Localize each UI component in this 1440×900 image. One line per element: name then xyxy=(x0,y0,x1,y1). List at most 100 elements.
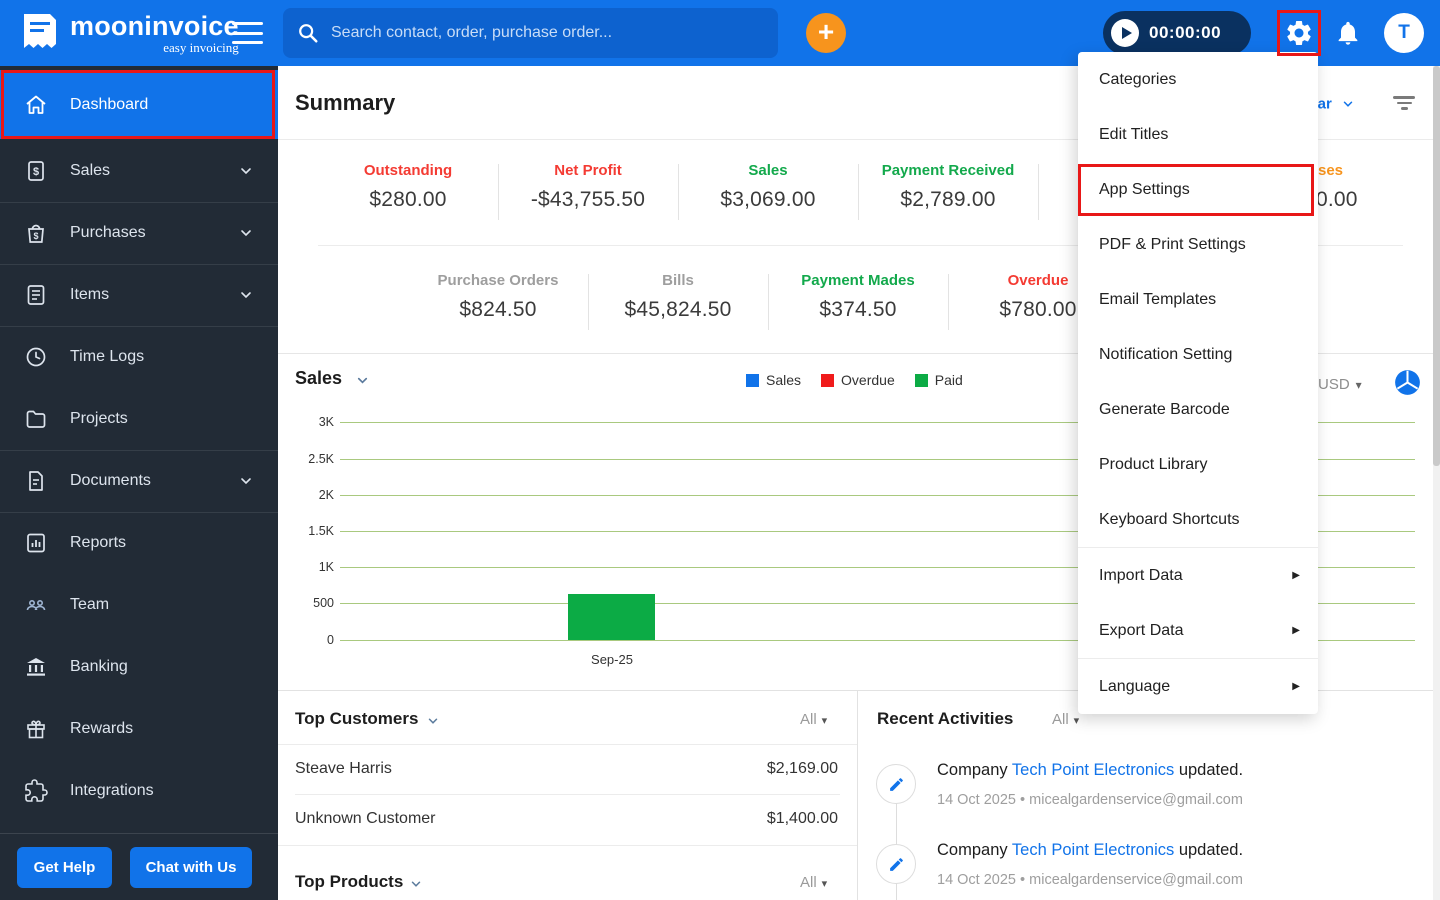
get-help-button[interactable]: Get Help xyxy=(17,847,112,888)
submenu-arrow-icon: ▶ xyxy=(1292,570,1300,581)
activity-date: 14 Oct 2025 xyxy=(937,872,1016,888)
settings-gear-icon[interactable] xyxy=(1284,18,1314,48)
gift-icon xyxy=(27,720,45,739)
customer-name[interactable]: Unknown Customer xyxy=(295,810,436,828)
sidebar-item-label: Time Logs xyxy=(70,348,145,365)
bullet: • xyxy=(1020,872,1026,888)
sidebar-item-projects[interactable]: Projects xyxy=(0,388,278,450)
menu-item-pdf-print-settings[interactable]: PDF & Print Settings xyxy=(1078,217,1318,272)
bell-icon[interactable] xyxy=(1334,19,1362,47)
recent-activities-filter[interactable]: All ▾ xyxy=(1052,711,1079,728)
activity-edit-button[interactable] xyxy=(876,764,916,804)
activity-meta: 14 Oct 2025 • micealgardenservice@gmail.… xyxy=(937,872,1243,888)
hamburger-icon[interactable] xyxy=(232,22,263,44)
chart-bar-paid-sep25[interactable] xyxy=(568,594,655,640)
menu-item-notification-setting[interactable]: Notification Setting xyxy=(1078,327,1318,382)
currency-selector[interactable]: USD ▾ xyxy=(1318,376,1362,393)
sidebar-item-time-logs[interactable]: Time Logs xyxy=(0,326,278,388)
brand-logo[interactable]: mooninvoice easy invoicing xyxy=(20,12,239,56)
list-document-icon xyxy=(27,285,45,305)
sidebar-item-dashboard[interactable]: Dashboard xyxy=(0,70,278,139)
svg-text:$: $ xyxy=(33,231,38,241)
currency-label: USD xyxy=(1318,376,1350,393)
menu-item-app-settings[interactable]: App Settings xyxy=(1078,162,1318,217)
sidebar-item-rewards[interactable]: Rewards xyxy=(0,698,278,760)
sidebar-item-label: Sales xyxy=(70,162,111,179)
bank-icon xyxy=(27,658,45,676)
card-label: Sales xyxy=(748,162,788,179)
y-tick: 500 xyxy=(313,596,334,610)
submenu-arrow-icon: ▶ xyxy=(1292,625,1300,636)
summary-card-payment-mades: Payment Mades $374.50 xyxy=(768,272,948,322)
funnel-icon[interactable] xyxy=(1393,96,1415,112)
sidebar-item-purchases[interactable]: $ Purchases xyxy=(0,202,278,264)
sidebar-item-team[interactable]: Team xyxy=(0,574,278,636)
y-tick: 1.5K xyxy=(308,524,334,538)
card-label: Purchase Orders xyxy=(437,272,559,289)
card-value: $280.00 xyxy=(369,188,447,211)
activity-company-link[interactable]: Tech Point Electronics xyxy=(1012,761,1174,779)
sidebar-item-sales[interactable]: $ Sales xyxy=(0,140,278,202)
card-value: $824.50 xyxy=(459,298,537,321)
sidebar-item-label: Team xyxy=(70,596,110,613)
sidebar-item-documents[interactable]: Documents xyxy=(0,450,278,512)
sidebar-item-banking[interactable]: Banking xyxy=(0,636,278,698)
pie-chart-icon[interactable] xyxy=(1394,369,1421,396)
activity-company-link[interactable]: Tech Point Electronics xyxy=(1012,841,1174,859)
timer-value: 00:00:00 xyxy=(1149,23,1222,42)
chevron-down-icon[interactable] xyxy=(426,714,440,728)
chevron-down-icon xyxy=(1343,101,1353,107)
legend-label: Paid xyxy=(934,372,963,388)
legend-swatch-green xyxy=(914,373,928,387)
activity-email: micealgardenservice@gmail.com xyxy=(1029,872,1243,888)
card-label: Payment Mades xyxy=(801,272,915,289)
activity-suffix: updated. xyxy=(1174,841,1244,859)
user-avatar[interactable]: T xyxy=(1384,13,1424,53)
top-products-title: Top Products xyxy=(295,872,404,891)
sidebar-item-integrations[interactable]: Integrations xyxy=(0,760,278,822)
dropdown-triangle-icon: ▾ xyxy=(1355,378,1362,392)
search-input[interactable] xyxy=(331,24,764,42)
menu-item-generate-barcode[interactable]: Generate Barcode xyxy=(1078,382,1318,437)
activity-text: Company Tech Point Electronics updated. xyxy=(937,761,1243,780)
customer-name[interactable]: Steave Harris xyxy=(295,760,392,778)
sidebar-nav: Dashboard $ Sales $ Purchases Items Time… xyxy=(0,66,278,900)
legend-label: Sales xyxy=(766,372,802,388)
menu-item-label: Export Data xyxy=(1099,621,1184,639)
add-button[interactable]: + xyxy=(806,13,846,53)
top-products-filter[interactable]: All ▾ xyxy=(800,874,827,891)
menu-item-edit-titles[interactable]: Edit Titles xyxy=(1078,107,1318,162)
sidebar-item-reports[interactable]: Reports xyxy=(0,512,278,574)
sidebar-footer-divider xyxy=(0,833,278,834)
menu-item-keyboard-shortcuts[interactable]: Keyboard Shortcuts xyxy=(1078,492,1318,547)
period-filter[interactable]: ar xyxy=(1318,95,1355,113)
clock-icon xyxy=(26,347,46,367)
activity-prefix: Company xyxy=(937,761,1012,779)
scrollbar-thumb[interactable] xyxy=(1433,66,1440,466)
chevron-down-icon[interactable] xyxy=(355,373,370,388)
menu-item-language[interactable]: Language ▶ xyxy=(1078,659,1318,714)
legend-item-overdue: Overdue xyxy=(821,372,895,388)
card-value: $2,789.00 xyxy=(900,188,996,211)
legend-item-paid: Paid xyxy=(914,372,963,388)
menu-item-import-data[interactable]: Import Data ▶ xyxy=(1078,548,1318,603)
chart-title: Sales xyxy=(295,368,343,388)
filter-label: All xyxy=(800,711,817,728)
activity-email: micealgardenservice@gmail.com xyxy=(1029,792,1243,808)
menu-item-product-library[interactable]: Product Library xyxy=(1078,437,1318,492)
chat-with-us-button[interactable]: Chat with Us xyxy=(130,847,252,888)
y-tick: 0 xyxy=(327,633,334,647)
menu-item-categories[interactable]: Categories xyxy=(1078,52,1318,107)
search-bar[interactable] xyxy=(283,8,778,58)
play-icon[interactable] xyxy=(1111,19,1139,47)
menu-item-export-data[interactable]: Export Data ▶ xyxy=(1078,603,1318,658)
activity-edit-button[interactable] xyxy=(876,844,916,884)
sidebar-item-items[interactable]: Items xyxy=(0,264,278,326)
menu-item-email-templates[interactable]: Email Templates xyxy=(1078,272,1318,327)
top-customers-filter[interactable]: All ▾ xyxy=(800,711,827,728)
chevron-down-icon[interactable] xyxy=(409,877,423,891)
sidebar-item-label: Banking xyxy=(70,658,128,675)
brand-tagline: easy invoicing xyxy=(163,40,239,55)
search-icon xyxy=(299,24,318,43)
timer-widget[interactable]: 00:00:00 xyxy=(1103,11,1251,55)
